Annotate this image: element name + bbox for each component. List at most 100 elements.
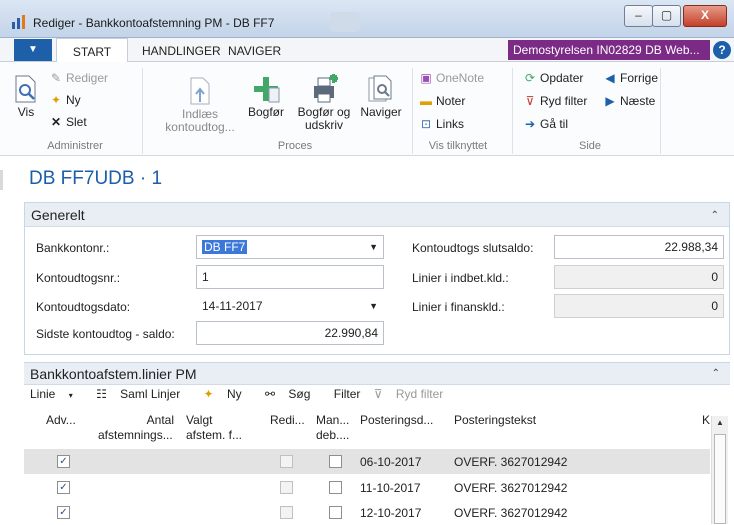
links-button[interactable]: ⊡ Links xyxy=(418,116,464,132)
ryd-filter-button[interactable]: ⊽ Ryd filter xyxy=(522,93,588,109)
previous-icon: ◀ xyxy=(605,71,615,85)
indlaes-label-2: kontoudtog... xyxy=(165,120,235,134)
tab-start[interactable]: START xyxy=(56,38,128,62)
col-redi[interactable]: Redi... xyxy=(270,413,305,427)
refresh-icon: ⟳ xyxy=(524,71,536,85)
minimize-button[interactable]: – xyxy=(624,5,653,27)
naviger-button[interactable]: Naviger xyxy=(356,74,406,119)
col-valgt-2[interactable]: afstem. f... xyxy=(186,428,242,442)
man-checkbox[interactable] xyxy=(329,481,342,494)
ny-line-label: Ny xyxy=(226,387,242,401)
filter-button[interactable]: Filter xyxy=(334,387,361,401)
vis-button[interactable]: Vis xyxy=(8,74,44,119)
vertical-scrollbar[interactable]: ▲ xyxy=(711,416,728,524)
app-menu-button[interactable]: ▼ xyxy=(14,39,52,61)
onenote-label: OneNote xyxy=(436,71,485,85)
rediger-label: Rediger xyxy=(66,71,109,85)
onenote-icon: ▣ xyxy=(420,71,432,85)
statement-date-label: Kontoudtogsdato: xyxy=(36,300,131,314)
slet-button[interactable]: ✕ Slet xyxy=(48,114,87,130)
adv-checkbox[interactable]: ✓ xyxy=(57,506,70,519)
clear-filter-icon: ⊽ xyxy=(525,94,535,108)
bogfor-label: Bogfør xyxy=(247,105,284,119)
lines-header-label: Bankkontoafstem.linier PM xyxy=(30,366,197,382)
col-antal-1[interactable]: Antal xyxy=(128,413,174,427)
redi-checkbox xyxy=(280,455,293,468)
noter-label: Noter xyxy=(436,94,466,108)
gaa-til-label: Gå til xyxy=(540,117,569,131)
linie-menu[interactable]: Linie ▾ xyxy=(30,387,83,401)
ryd-filter-line-button[interactable]: ⊽ Ryd filter xyxy=(374,387,453,401)
dropdown-arrow-icon[interactable]: ▼ xyxy=(369,236,378,258)
note-icon: ▬ xyxy=(420,94,432,108)
col-posteringstekst[interactable]: Posteringstekst xyxy=(454,413,536,427)
last-balance-field[interactable]: 22.990,84 xyxy=(196,321,384,345)
link-icon: ⊡ xyxy=(420,117,432,131)
tab-handlinger[interactable]: HANDLINGER xyxy=(142,38,221,62)
clear-filter-icon: ⊽ xyxy=(373,387,383,401)
ending-balance-field[interactable]: 22.988,34 xyxy=(554,235,724,259)
naviger-label: Naviger xyxy=(360,105,402,119)
col-adv[interactable]: Adv... xyxy=(46,413,76,427)
noter-button[interactable]: ▬ Noter xyxy=(418,93,465,109)
group-administrer: Administrer xyxy=(47,140,103,152)
adv-checkbox[interactable]: ✓ xyxy=(57,455,70,468)
bogfor-button[interactable]: Bogfør xyxy=(244,74,288,119)
ny-button[interactable]: ✦ Ny xyxy=(48,92,81,108)
statement-date-field[interactable]: 14-11-2017 ▼ xyxy=(196,294,384,318)
table-row[interactable]: ✓ 11-10-2017 OVERF. 3627012942 xyxy=(24,475,710,500)
lines-header[interactable]: Bankkontoafstem.linier PM ⌃ xyxy=(24,363,730,385)
man-checkbox[interactable] xyxy=(329,506,342,519)
bank-account-field[interactable]: DB FF7 ▼ xyxy=(196,235,384,259)
collapse-chevron-icon[interactable]: ⌃ xyxy=(712,363,720,385)
posting-date: 06-10-2017 xyxy=(360,455,422,469)
col-man-1[interactable]: Man... xyxy=(316,413,349,427)
collapse-chevron-icon[interactable]: ⌃ xyxy=(711,204,719,228)
maximize-button[interactable]: ▢ xyxy=(652,5,681,27)
linie-label: Linie xyxy=(30,387,56,401)
delete-icon: ✕ xyxy=(50,115,62,129)
close-button[interactable]: X xyxy=(683,5,727,27)
scroll-up-icon[interactable]: ▲ xyxy=(716,418,724,427)
man-checkbox[interactable] xyxy=(329,455,342,468)
opdater-label: Opdater xyxy=(540,71,584,85)
indlaes-button[interactable]: Indlæs kontoudtog... xyxy=(160,76,240,134)
ending-balance-label: Kontoudtogs slutsaldo: xyxy=(412,241,534,255)
new-icon: ✦ xyxy=(203,387,214,401)
dropdown-arrow-icon[interactable]: ▼ xyxy=(369,295,378,317)
general-header[interactable]: Generelt ⌃ xyxy=(25,203,729,227)
col-posteringsdato[interactable]: Posteringsd... xyxy=(360,413,433,427)
bogfor-udskriv-button[interactable]: Bogfør og udskriv xyxy=(292,74,356,132)
company-badge[interactable]: Demostyrelsen IN02829 DB Web... xyxy=(508,40,710,60)
col-k[interactable]: K xyxy=(702,413,710,427)
gaa-til-button[interactable]: ➔ Gå til xyxy=(522,116,568,132)
lines-deposit-field: 0 xyxy=(554,265,724,289)
table-row[interactable]: ✓ 12-10-2017 OVERF. 3627012942 xyxy=(24,500,710,525)
col-antal-2[interactable]: afstemnings... xyxy=(98,428,173,442)
saml-linjer-button[interactable]: ☷ Saml Linjer xyxy=(96,387,190,401)
page-title: DB FF7UDB · 1 xyxy=(29,168,163,189)
binoculars-icon: ⚯ xyxy=(264,387,276,401)
col-valgt-1[interactable]: Valgt xyxy=(186,413,212,427)
col-man-2[interactable]: deb.... xyxy=(316,428,349,442)
table-row[interactable]: ✓ 06-10-2017 OVERF. 3627012942 xyxy=(24,449,710,474)
sog-button[interactable]: ⚯ Søg xyxy=(265,387,320,401)
bank-account-value: DB FF7 xyxy=(202,240,248,254)
ribbon-tab-bar: ▼ START HANDLINGER NAVIGER Demostyrelsen… xyxy=(0,38,734,62)
new-icon: ✦ xyxy=(50,93,62,107)
ribbon-separator xyxy=(142,68,143,154)
tab-naviger[interactable]: NAVIGER xyxy=(228,38,281,62)
forrige-button[interactable]: ◀ Forrige xyxy=(602,70,658,86)
help-icon[interactable]: ? xyxy=(713,41,731,59)
post-print-icon xyxy=(314,74,338,103)
adv-checkbox[interactable]: ✓ xyxy=(57,481,70,494)
ny-line-button[interactable]: ✦ Ny xyxy=(204,387,252,401)
rediger-button[interactable]: ✎ Rediger xyxy=(48,70,108,86)
opdater-button[interactable]: ⟳ Opdater xyxy=(522,70,583,86)
naeste-button[interactable]: ▶ Næste xyxy=(602,93,655,109)
scrollbar-thumb[interactable] xyxy=(714,434,726,524)
merge-lines-icon: ☷ xyxy=(96,387,107,401)
onenote-button[interactable]: ▣ OneNote xyxy=(418,70,484,86)
statement-no-field[interactable]: 1 xyxy=(196,265,384,289)
lines-finance-field: 0 xyxy=(554,294,724,318)
